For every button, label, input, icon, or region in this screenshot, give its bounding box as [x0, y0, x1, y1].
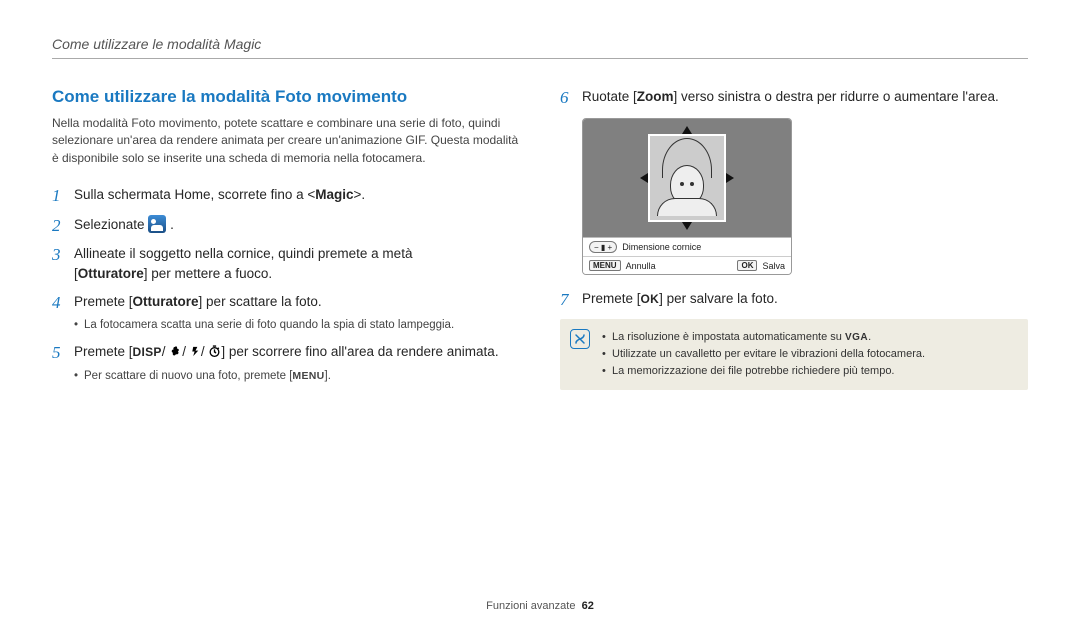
text: ] per scorrere fino all'area da rendere … — [221, 344, 498, 359]
menu-key-icon: MENU — [589, 260, 621, 271]
step-text: Ruotate [Zoom] verso sinistra o destra p… — [582, 87, 1028, 107]
footer-section: Funzioni avanzate — [486, 600, 575, 612]
step-5: 5 Premete [DISP/ / / ] per scorrere fino… — [52, 342, 520, 386]
text: Ruotate [ — [582, 89, 637, 104]
page-footer: Funzioni avanzate 62 — [0, 600, 1080, 612]
illustration-shoulders — [657, 198, 717, 216]
step-text: Premete [Otturatore] per scattare la fot… — [74, 292, 520, 334]
text: Selezionate — [74, 217, 148, 232]
section-intro: Nella modalità Foto movimento, potete sc… — [52, 115, 520, 167]
resize-handle-right-icon — [726, 173, 734, 183]
text: Allineate il soggetto nella cornice, qui… — [74, 246, 412, 261]
step-2: 2 Selezionate . — [52, 215, 520, 236]
preview-screen — [583, 119, 791, 237]
text: Premete [ — [582, 291, 641, 306]
zoom-rocker-icon: − ▮ + — [589, 241, 617, 253]
camera-preview-figure: − ▮ + Dimensione cornice MENU Annulla OK… — [582, 118, 792, 275]
step-text: Selezionate . — [74, 215, 520, 235]
right-column: 6 Ruotate [Zoom] verso sinistra o destra… — [560, 87, 1028, 393]
step-subnote: Per scattare di nuovo una foto, premete … — [84, 368, 520, 385]
step-text: Sulla schermata Home, scorrete fino a <M… — [74, 185, 520, 205]
page-header: Come utilizzare le modalità Magic — [52, 36, 1028, 59]
resize-handle-up-icon — [682, 126, 692, 134]
text: . — [166, 217, 174, 232]
step-6: 6 Ruotate [Zoom] verso sinistra o destra… — [560, 87, 1028, 108]
text: ] per scattare la foto. — [199, 294, 322, 309]
content-columns: Come utilizzare la modalità Foto movimen… — [52, 87, 1028, 393]
step-text: Premete [DISP/ / / ] per scorrere fino a… — [74, 342, 520, 386]
step-text: Allineate il soggetto nella cornice, qui… — [74, 244, 520, 285]
note-line-1: La risoluzione è impostata automaticamen… — [602, 329, 1016, 346]
steps-list-right-2: 7 Premete [OK] per salvare la foto. — [560, 289, 1028, 310]
text: ] per mettere a fuoco. — [144, 266, 272, 281]
keyword-magic: Magic — [315, 187, 353, 202]
note-line-3: La memorizzazione dei file potrebbe rich… — [602, 363, 1016, 380]
step-text: Premete [OK] per salvare la foto. — [582, 289, 1028, 309]
sep: / — [201, 344, 205, 359]
preview-size-bar: − ▮ + Dimensione cornice — [583, 237, 791, 256]
resize-handle-down-icon — [682, 222, 692, 230]
timer-icon — [208, 344, 221, 364]
note-box: La risoluzione è impostata automaticamen… — [560, 319, 1028, 390]
resize-handle-left-icon — [640, 173, 648, 183]
frame-size-label: Dimensione cornice — [622, 242, 701, 252]
save-label: Salva — [762, 261, 785, 271]
steps-list-left: 1 Sulla schermata Home, scorrete fino a … — [52, 185, 520, 385]
step-number: 1 — [52, 185, 74, 206]
sep: / — [182, 344, 186, 359]
steps-list-right: 6 Ruotate [Zoom] verso sinistra o destra… — [560, 87, 1028, 108]
page-number: 62 — [582, 600, 594, 612]
keyword-shutter: Otturatore — [133, 294, 199, 309]
ok-key-icon: OK — [737, 260, 757, 271]
step-number: 2 — [52, 215, 74, 236]
macro-flower-icon — [169, 344, 182, 364]
keyword-zoom: Zoom — [637, 89, 674, 104]
breadcrumb: Come utilizzare le modalità Magic — [52, 36, 261, 52]
text: Per scattare di nuovo una foto, premete … — [84, 370, 292, 382]
text: >. — [354, 187, 366, 202]
section-title: Come utilizzare la modalità Foto movimen… — [52, 87, 520, 107]
cancel-label: Annulla — [626, 261, 656, 271]
preview-action-bar: MENU Annulla OK Salva — [583, 256, 791, 274]
note-icon — [570, 329, 590, 349]
vga-label: VGA — [845, 332, 868, 343]
step-number: 4 — [52, 292, 74, 313]
left-column: Come utilizzare la modalità Foto movimen… — [52, 87, 520, 393]
text: La risoluzione è impostata automaticamen… — [612, 331, 845, 343]
text: . — [868, 331, 871, 343]
disp-button-label: DISP — [133, 343, 162, 361]
note-line-2: Utilizzate un cavalletto per evitare le … — [602, 346, 1016, 363]
text: ] verso sinistra o destra per ridurre o … — [674, 89, 999, 104]
step-number: 3 — [52, 244, 74, 265]
step-1: 1 Sulla schermata Home, scorrete fino a … — [52, 185, 520, 206]
text: ] per salvare la foto. — [659, 291, 778, 306]
text: Premete [ — [74, 344, 133, 359]
text: ]. — [325, 370, 331, 382]
flash-bolt-icon — [190, 344, 201, 364]
text: Premete [ — [74, 294, 133, 309]
sep: / — [162, 344, 166, 359]
step-number: 7 — [560, 289, 582, 310]
step-subnote: La fotocamera scatta una serie di foto q… — [84, 317, 520, 334]
keyword-shutter: Otturatore — [78, 266, 144, 281]
step-7: 7 Premete [OK] per salvare la foto. — [560, 289, 1028, 310]
step-3: 3 Allineate il soggetto nella cornice, q… — [52, 244, 520, 285]
step-number: 6 — [560, 87, 582, 108]
step-number: 5 — [52, 342, 74, 363]
step-4: 4 Premete [Otturatore] per scattare la f… — [52, 292, 520, 334]
motion-photo-mode-icon — [148, 215, 166, 233]
menu-button-label: MENU — [292, 369, 324, 385]
ok-button-label: OK — [641, 290, 660, 308]
crop-frame — [648, 134, 726, 222]
text: Sulla schermata Home, scorrete fino a < — [74, 187, 315, 202]
